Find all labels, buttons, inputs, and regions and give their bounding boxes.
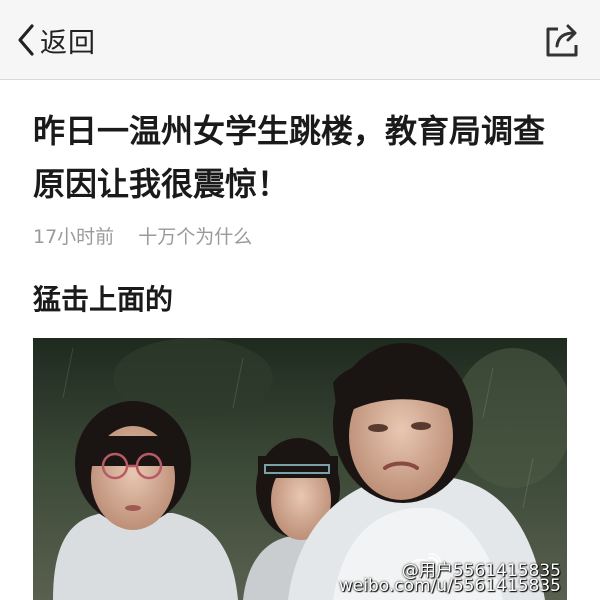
back-button[interactable]: 返回 — [16, 22, 96, 59]
article-title: 昨日一温州女学生跳楼，教育局调查原因让我很震惊！ — [33, 112, 546, 203]
back-label: 返回 — [40, 27, 96, 59]
share-icon — [546, 24, 578, 57]
navigation-bar: 返回 — [0, 0, 600, 80]
share-button[interactable] — [542, 20, 582, 60]
article-meta: 17小时前 十万个为什么 — [33, 222, 252, 249]
article-photo[interactable]: @用户5561415835 weibo.com/u/5561415835 — [33, 338, 567, 600]
watermark-url: weibo.com/u/5561415835 — [338, 576, 561, 596]
publish-time: 17小时前 — [33, 226, 115, 248]
chevron-left-icon — [18, 24, 34, 56]
author-name[interactable]: 十万个为什么 — [138, 226, 252, 248]
article-subheading: 猛击上面的 — [33, 283, 174, 316]
